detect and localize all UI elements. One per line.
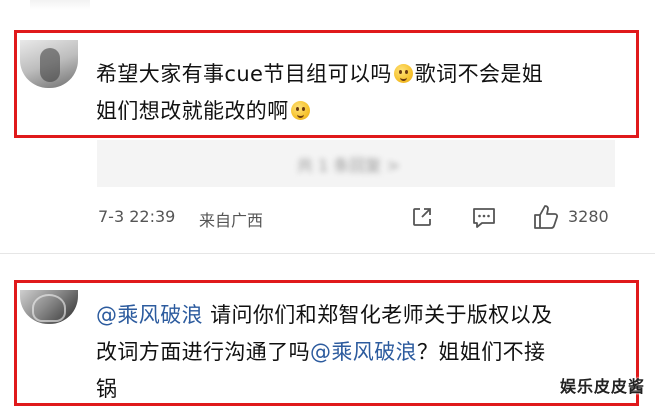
divider [0, 253, 655, 254]
like-count: 3280 [568, 207, 609, 226]
reply-preview-box[interactable]: 共 1 条回复 > [97, 140, 615, 187]
thumbs-up-icon[interactable] [532, 203, 560, 231]
timestamp: 7-3 22:39 [98, 207, 176, 226]
highlight-box-2 [14, 280, 639, 406]
share-icon[interactable] [410, 205, 434, 229]
watermark: 娱乐皮皮酱 [559, 377, 645, 396]
location: 来自广西 [199, 211, 264, 230]
comment-icon[interactable] [471, 205, 497, 231]
highlight-box-1 [14, 30, 639, 138]
reply-preview-text: 共 1 条回复 > [297, 156, 400, 175]
top-faded-remnant [30, 0, 90, 10]
